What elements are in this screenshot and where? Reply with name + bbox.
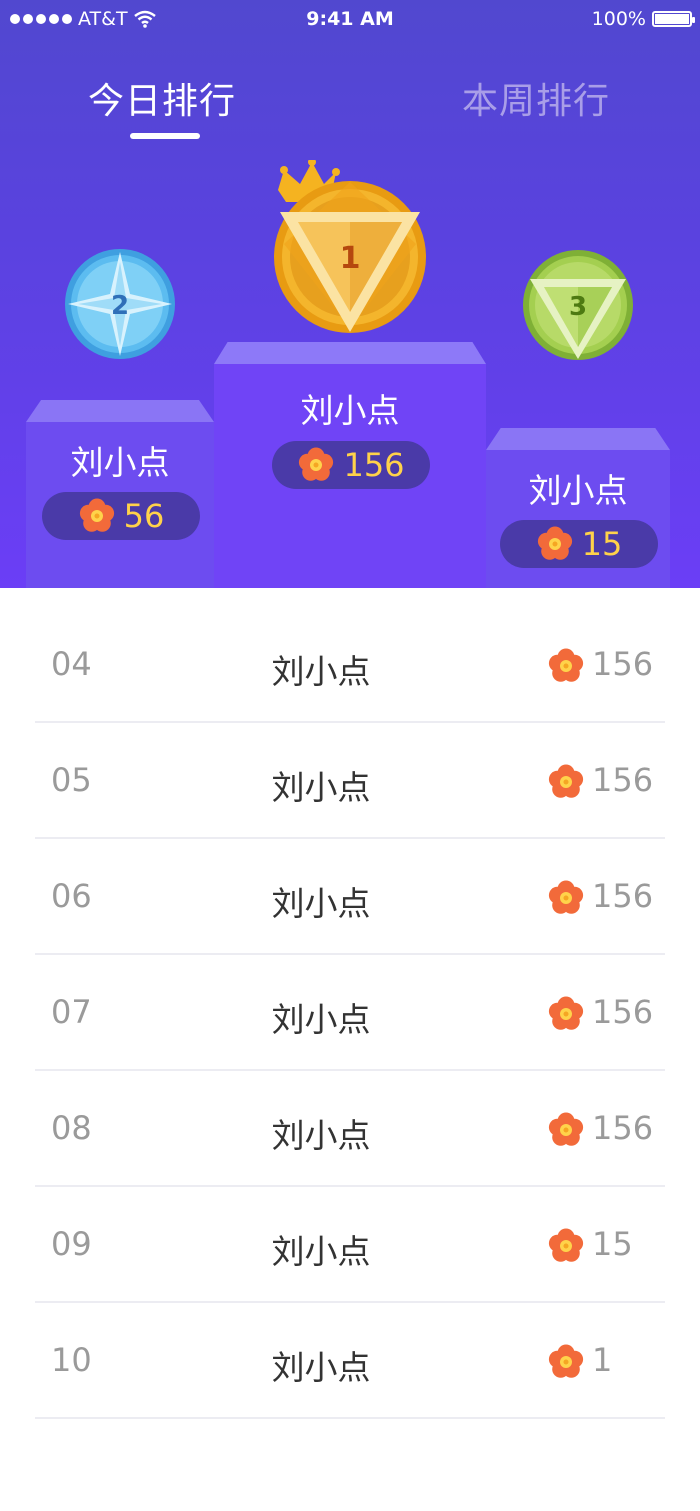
podium-second-name: 刘小点 xyxy=(70,443,170,482)
list-item[interactable]: 09 刘小点 15 xyxy=(35,1185,665,1303)
flower-icon xyxy=(299,447,334,481)
flower-icon xyxy=(548,648,584,682)
podium-third[interactable]: 刘小点 15 xyxy=(486,428,670,588)
tab-week[interactable]: 本周排行 xyxy=(462,72,610,124)
medal-third-rank: 3 xyxy=(569,292,587,322)
list-item[interactable]: 06 刘小点 156 xyxy=(35,837,665,955)
podium-second-score: 56 xyxy=(123,497,165,535)
flower-icon xyxy=(79,498,114,532)
list-item-name: 刘小点 xyxy=(271,884,371,923)
list-item-name: 刘小点 xyxy=(271,768,371,807)
medal-second-icon: 2 xyxy=(65,249,175,359)
list-item-score: 15 xyxy=(592,1225,633,1263)
list-item-score: 156 xyxy=(592,645,654,683)
flower-icon xyxy=(537,526,572,560)
podium-first-score: 156 xyxy=(343,446,405,484)
tab-active-indicator xyxy=(130,133,200,139)
list-item-score: 156 xyxy=(592,993,654,1031)
podium-first[interactable]: 刘小点 156 xyxy=(214,342,486,588)
medal-second-rank: 2 xyxy=(111,291,129,321)
flower-icon xyxy=(548,880,584,914)
podium-second[interactable]: 刘小点 56 xyxy=(26,400,214,588)
list-item-name: 刘小点 xyxy=(271,1232,371,1271)
podium-third-score-pill: 15 xyxy=(500,520,658,568)
podium-third-score: 15 xyxy=(581,525,623,563)
flower-icon xyxy=(548,996,584,1030)
battery-label: 100% xyxy=(591,8,646,30)
list-item[interactable]: 08 刘小点 156 xyxy=(35,1069,665,1187)
list-item[interactable]: 07 刘小点 156 xyxy=(35,953,665,1071)
medal-third-icon: 3 xyxy=(523,250,633,360)
medal-first-icon: 1 xyxy=(274,160,426,333)
battery-icon xyxy=(652,11,695,27)
list-item-score: 1 xyxy=(592,1341,613,1379)
list-item[interactable]: 04 刘小点 156 xyxy=(35,605,665,723)
podium-first-name: 刘小点 xyxy=(300,391,400,430)
list-item-score: 156 xyxy=(592,1109,654,1147)
list-item[interactable]: 05 刘小点 156 xyxy=(35,721,665,839)
medal-first-rank: 1 xyxy=(340,241,361,276)
flower-icon xyxy=(548,1344,584,1378)
flower-icon xyxy=(548,764,584,798)
list-item-name: 刘小点 xyxy=(271,1000,371,1039)
list-item[interactable]: 10 刘小点 1 xyxy=(35,1301,665,1419)
list-item-name: 刘小点 xyxy=(271,1348,371,1387)
tab-today[interactable]: 今日排行 xyxy=(88,72,236,124)
list-item-name: 刘小点 xyxy=(271,652,371,691)
ranking-header: AT&T 9:41 AM 100% 今日排行 本周排行 刘小点 56 刘小点 1… xyxy=(0,0,700,588)
status-bar: AT&T 9:41 AM 100% xyxy=(0,0,700,40)
flower-icon xyxy=(548,1228,584,1262)
podium-first-score-pill: 156 xyxy=(272,441,430,489)
podium-third-name: 刘小点 xyxy=(528,471,628,510)
list-item-name: 刘小点 xyxy=(271,1116,371,1155)
list-item-score: 156 xyxy=(592,877,654,915)
flower-icon xyxy=(548,1112,584,1146)
podium-second-score-pill: 56 xyxy=(42,492,200,540)
list-item-score: 156 xyxy=(592,761,654,799)
